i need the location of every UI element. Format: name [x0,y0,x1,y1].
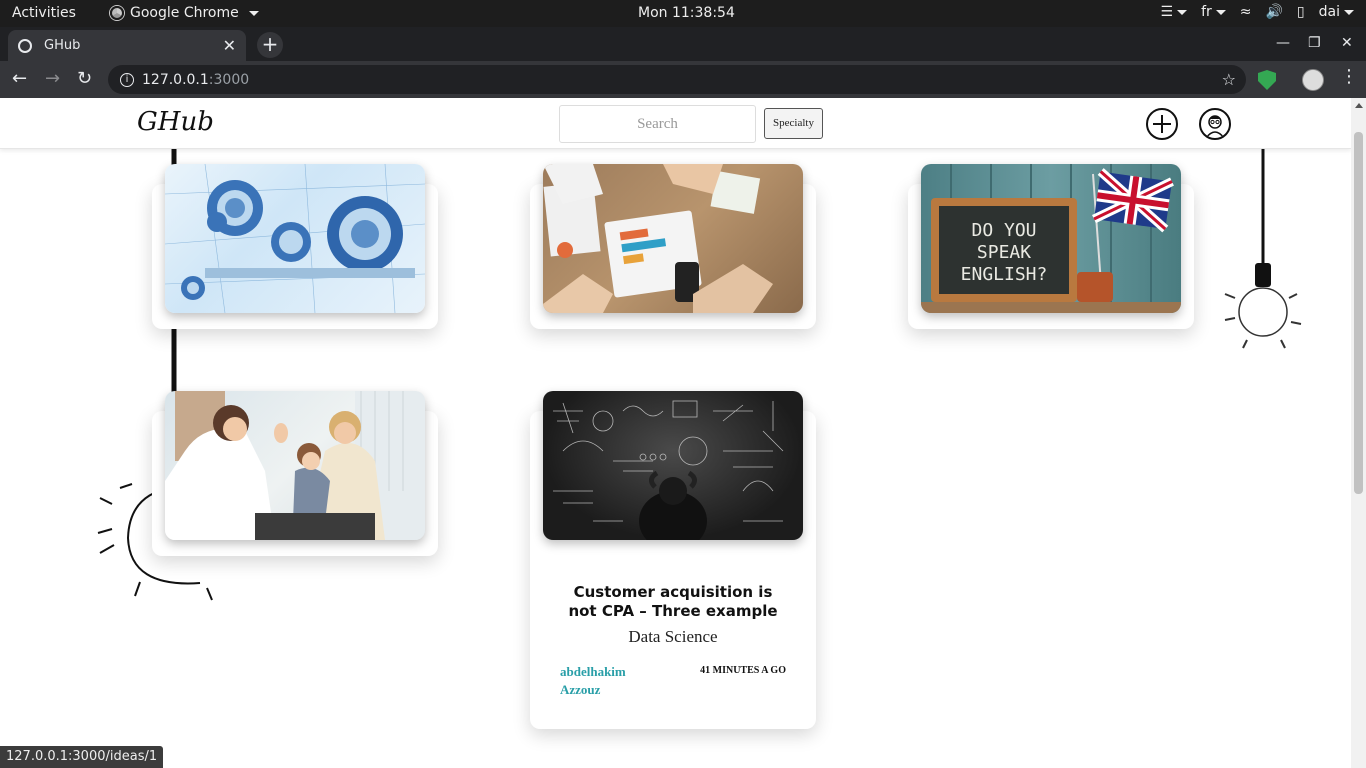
address-bar[interactable]: i 127.0.0.1:3000 ☆ [108,65,1246,94]
tab-strip: GHub ✕ + — ❐ ✕ [0,27,1366,61]
minimize-icon[interactable]: — [1276,35,1290,51]
new-tab-button[interactable]: + [257,32,283,58]
hanging-lightbulb-icon [1224,148,1302,349]
site-logo[interactable]: GHub [137,107,214,137]
chevron-down-icon [248,10,259,16]
idea-specialty: Data Science [628,627,718,646]
page-viewport: GHub Search Specialty DO YOU SPEAK ENGLI… [0,98,1351,768]
app-menu[interactable]: Google Chrome [110,5,259,21]
keyboard-layout-indicator[interactable]: fr [1201,4,1226,20]
scrollbar-thumb[interactable] [1354,132,1363,494]
tab-title: GHub [44,38,81,53]
close-tab-icon[interactable]: ✕ [223,36,236,55]
avatar-icon [1205,115,1225,138]
svg-text:SPEAK: SPEAK [977,242,1031,263]
idea-author-link[interactable]: abdelhakim Azzouz [560,663,650,699]
profile-avatar-icon[interactable] [1302,69,1324,91]
shield-extension-icon[interactable] [1258,70,1276,90]
volume-icon: 🔊 [1265,4,1283,20]
activities-button[interactable]: Activities [12,5,76,21]
browser-toolbar: ← → ↻ i 127.0.0.1:3000 ☆ ⋮ [0,61,1366,98]
idea-image[interactable] [165,164,425,313]
back-icon[interactable]: ← [12,68,27,89]
restore-icon[interactable]: ❐ [1308,35,1321,51]
add-idea-button[interactable] [1146,108,1178,140]
bookmark-star-icon[interactable]: ☆ [1222,70,1236,89]
idea-image[interactable] [543,164,803,313]
user-menu[interactable]: dai [1319,4,1354,20]
browser-tab[interactable]: GHub ✕ [8,30,246,61]
battery-icon: ▯ [1296,4,1305,20]
svg-text:ENGLISH?: ENGLISH? [961,264,1048,285]
system-top-bar: Activities Google Chrome Mon 11:38:54 ☰ … [0,0,1366,27]
search-input[interactable]: Search [559,105,756,143]
page-scrollbar[interactable] [1351,98,1366,768]
idea-timestamp: 41 MINUTES A GO [700,665,786,676]
kebab-menu-icon[interactable]: ⋮ [1340,66,1358,87]
user-avatar[interactable] [1199,108,1231,140]
clock[interactable]: Mon 11:38:54 [638,5,735,21]
window-close-icon[interactable]: ✕ [1341,35,1353,51]
idea-image[interactable] [543,391,803,540]
globe-icon [18,38,32,53]
link-status-bubble: 127.0.0.1:3000/ideas/1 [0,746,164,768]
url-host: 127.0.0.1 [142,71,209,88]
chrome-icon [110,6,124,20]
site-info-icon[interactable]: i [120,72,134,87]
idea-image[interactable]: DO YOU SPEAK ENGLISH? [921,164,1181,313]
input-method-icon[interactable]: ☰ [1161,4,1188,20]
url-port: :3000 [208,71,250,88]
app-name: Google Chrome [130,5,239,21]
idea-title[interactable]: Customer acquisition is not CPA – Three … [530,583,816,621]
specialty-button[interactable]: Specialty [764,108,823,139]
system-tray[interactable]: ☰ fr ≈ 🔊 ▯ dai [1161,4,1354,20]
reload-icon[interactable]: ↻ [77,68,92,89]
svg-text:DO YOU: DO YOU [971,220,1036,241]
forward-icon[interactable]: → [45,68,60,89]
wifi-icon: ≈ [1239,4,1252,20]
idea-image[interactable] [165,391,425,540]
site-header: GHub Search Specialty [0,98,1351,149]
scroll-up-icon[interactable] [1355,103,1363,108]
